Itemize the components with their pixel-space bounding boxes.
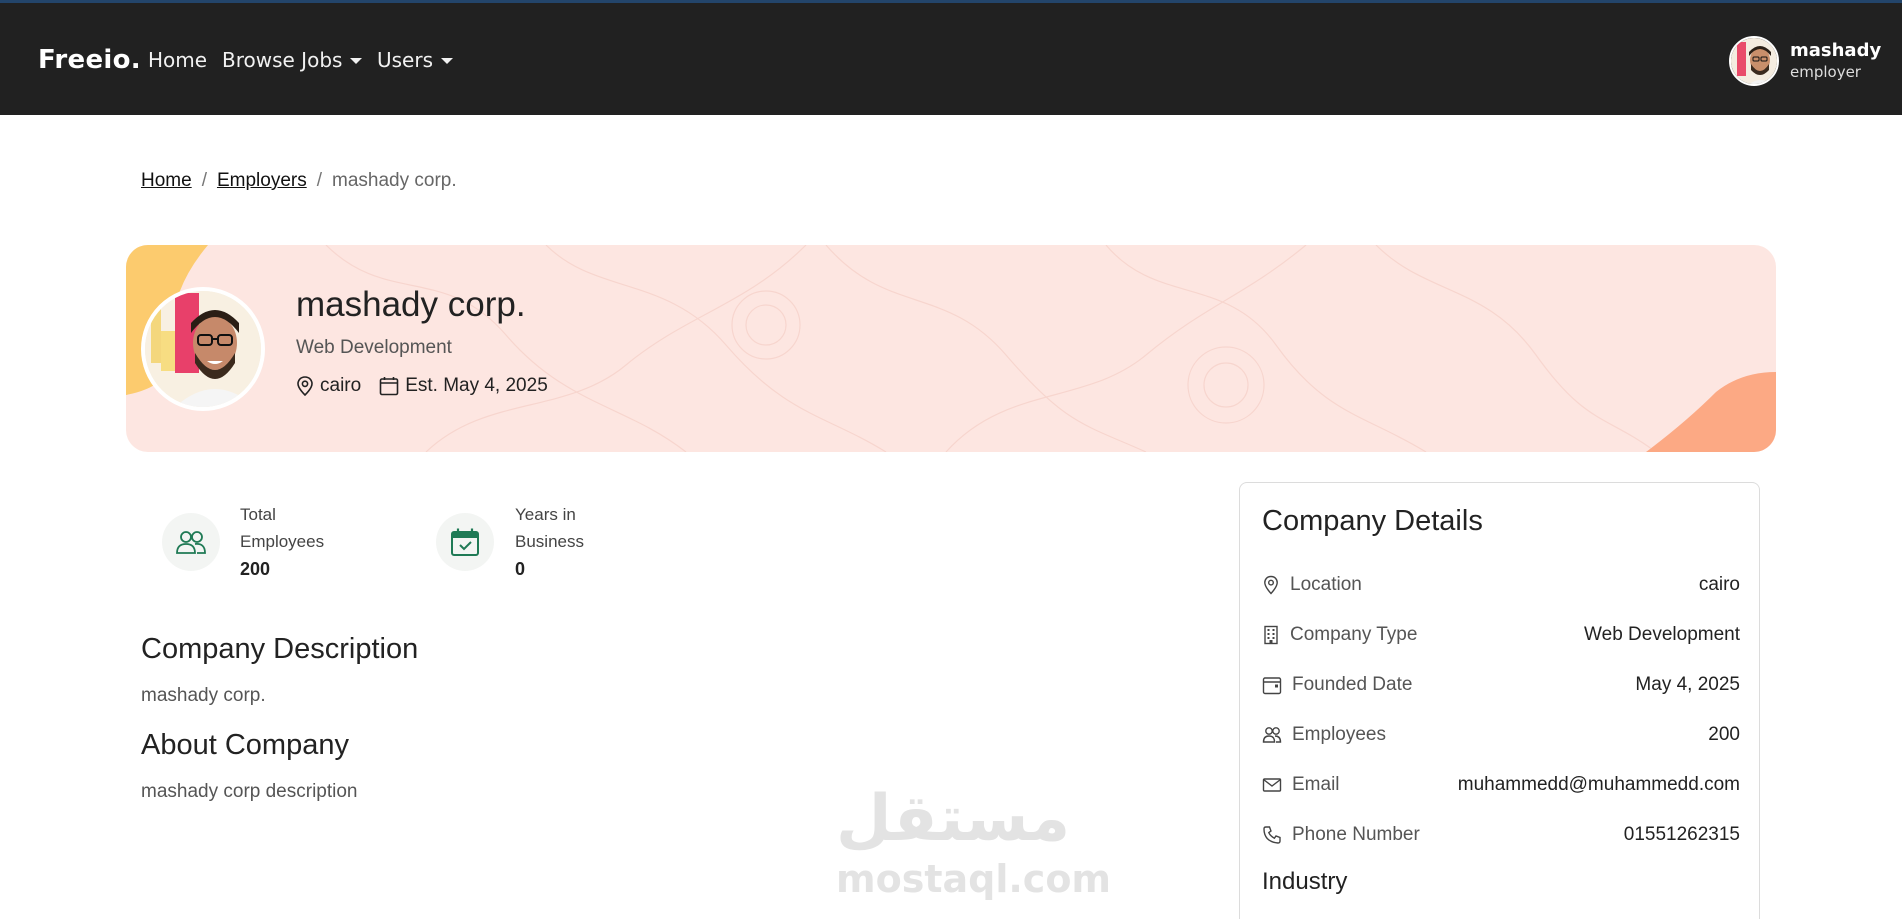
detail-label-text: Email — [1292, 774, 1340, 795]
detail-row-founded-date: Founded Date May 4, 2025 — [1262, 670, 1740, 700]
user-role: employer — [1790, 63, 1861, 81]
company-description-heading: Company Description — [141, 633, 419, 665]
detail-row-company-type: Company Type Web Development — [1262, 620, 1740, 650]
detail-label: Email — [1262, 774, 1340, 796]
detail-value-email[interactable]: muhammedd@muhammedd.com — [1458, 774, 1740, 796]
detail-label: Employees — [1262, 724, 1386, 746]
nav-browse-jobs-label: Browse Jobs — [222, 48, 343, 72]
breadcrumb-home-link[interactable]: Home — [141, 170, 192, 192]
chevron-down-icon — [441, 58, 454, 64]
users-icon — [1262, 727, 1282, 743]
building-icon — [1264, 625, 1278, 645]
company-name: mashady corp. — [296, 285, 526, 324]
decorative-blob-bottom-right — [1646, 372, 1776, 452]
company-established-text: Est. May 4, 2025 — [405, 375, 548, 396]
detail-label: Location — [1262, 574, 1362, 596]
detail-label: Phone Number — [1262, 824, 1420, 846]
detail-label-text: Founded Date — [1292, 674, 1413, 695]
navbar: Freeio. Home Browse Jobs Users mashady e… — [0, 0, 1902, 115]
company-meta: cairo Est. May 4, 2025 — [296, 375, 548, 397]
detail-value-phone-number[interactable]: 01551262315 — [1624, 824, 1740, 846]
company-established: Est. May 4, 2025 — [379, 375, 548, 397]
detail-label-text: Company Type — [1290, 624, 1418, 645]
industry-heading: Industry — [1262, 868, 1348, 895]
company-details-card: Company Details Location cairo Company T… — [1239, 482, 1760, 919]
chevron-down-icon — [350, 58, 363, 64]
company-location-text: cairo — [320, 375, 362, 396]
breadcrumb-current: mashady corp. — [332, 170, 457, 191]
location-icon — [297, 376, 313, 396]
company-logo — [141, 287, 265, 411]
detail-label-text: Phone Number — [1292, 824, 1420, 845]
calendar-icon — [379, 377, 399, 396]
stat-total-employees-value: 200 — [240, 559, 271, 579]
envelope-icon — [1262, 778, 1282, 792]
company-location: cairo — [296, 375, 361, 397]
detail-row-employees: Employees 200 — [1262, 720, 1740, 750]
detail-label-text: Location — [1290, 574, 1362, 595]
nav-home-link[interactable]: Home — [148, 48, 207, 72]
company-type: Web Development — [296, 337, 452, 358]
breadcrumb-separator: / — [316, 170, 322, 191]
about-company-text: mashady corp description — [141, 781, 358, 802]
users-icon — [162, 513, 220, 571]
stat-label-line: Total — [240, 505, 276, 524]
detail-value-company-type: Web Development — [1584, 624, 1740, 645]
company-description-text: mashady corp. — [141, 685, 266, 706]
breadcrumb-separator: / — [201, 170, 207, 191]
avatar[interactable] — [1729, 36, 1779, 86]
watermark-arabic: مستقل — [836, 782, 1071, 856]
about-company-heading: About Company — [141, 729, 349, 761]
stat-total-employees-label: Total Employees — [240, 501, 324, 555]
location-icon — [1264, 575, 1278, 595]
detail-value-employees: 200 — [1708, 724, 1740, 745]
stat-label-line: Years in — [515, 505, 576, 524]
user-name[interactable]: mashady — [1790, 40, 1881, 61]
breadcrumb-employers-link[interactable]: Employers — [217, 170, 307, 192]
stat-years-in-business-label: Years in Business — [515, 501, 584, 555]
detail-label-text: Employees — [1292, 724, 1386, 745]
stat-label-line: Business — [515, 532, 584, 551]
company-hero-banner: mashady corp. Web Development cairo Est.… — [126, 245, 1776, 452]
detail-row-phone-number: Phone Number 01551262315 — [1262, 820, 1740, 850]
detail-row-email: Email muhammedd@muhammedd.com — [1262, 770, 1740, 800]
watermark-latin: mostaql.com — [836, 857, 1112, 901]
brand-logo[interactable]: Freeio. — [38, 45, 141, 75]
company-details-heading: Company Details — [1262, 505, 1483, 537]
nav-users-dropdown[interactable]: Users — [377, 48, 454, 72]
nav-browse-jobs-dropdown[interactable]: Browse Jobs — [222, 48, 363, 72]
detail-row-location: Location cairo — [1262, 570, 1740, 600]
phone-icon — [1263, 826, 1281, 844]
detail-value-founded-date: May 4, 2025 — [1635, 674, 1740, 695]
nav-home-label: Home — [148, 48, 208, 72]
detail-value-location: cairo — [1698, 574, 1740, 595]
stat-years-in-business-value: 0 — [515, 559, 526, 579]
detail-label: Company Type — [1262, 624, 1417, 646]
calendar-check-icon — [436, 513, 494, 571]
detail-label: Founded Date — [1262, 674, 1412, 696]
breadcrumb: Home / Employers / mashady corp. — [141, 170, 457, 192]
calendar-icon — [1262, 677, 1282, 695]
nav-users-label: Users — [377, 48, 434, 72]
stat-label-line: Employees — [240, 532, 325, 551]
